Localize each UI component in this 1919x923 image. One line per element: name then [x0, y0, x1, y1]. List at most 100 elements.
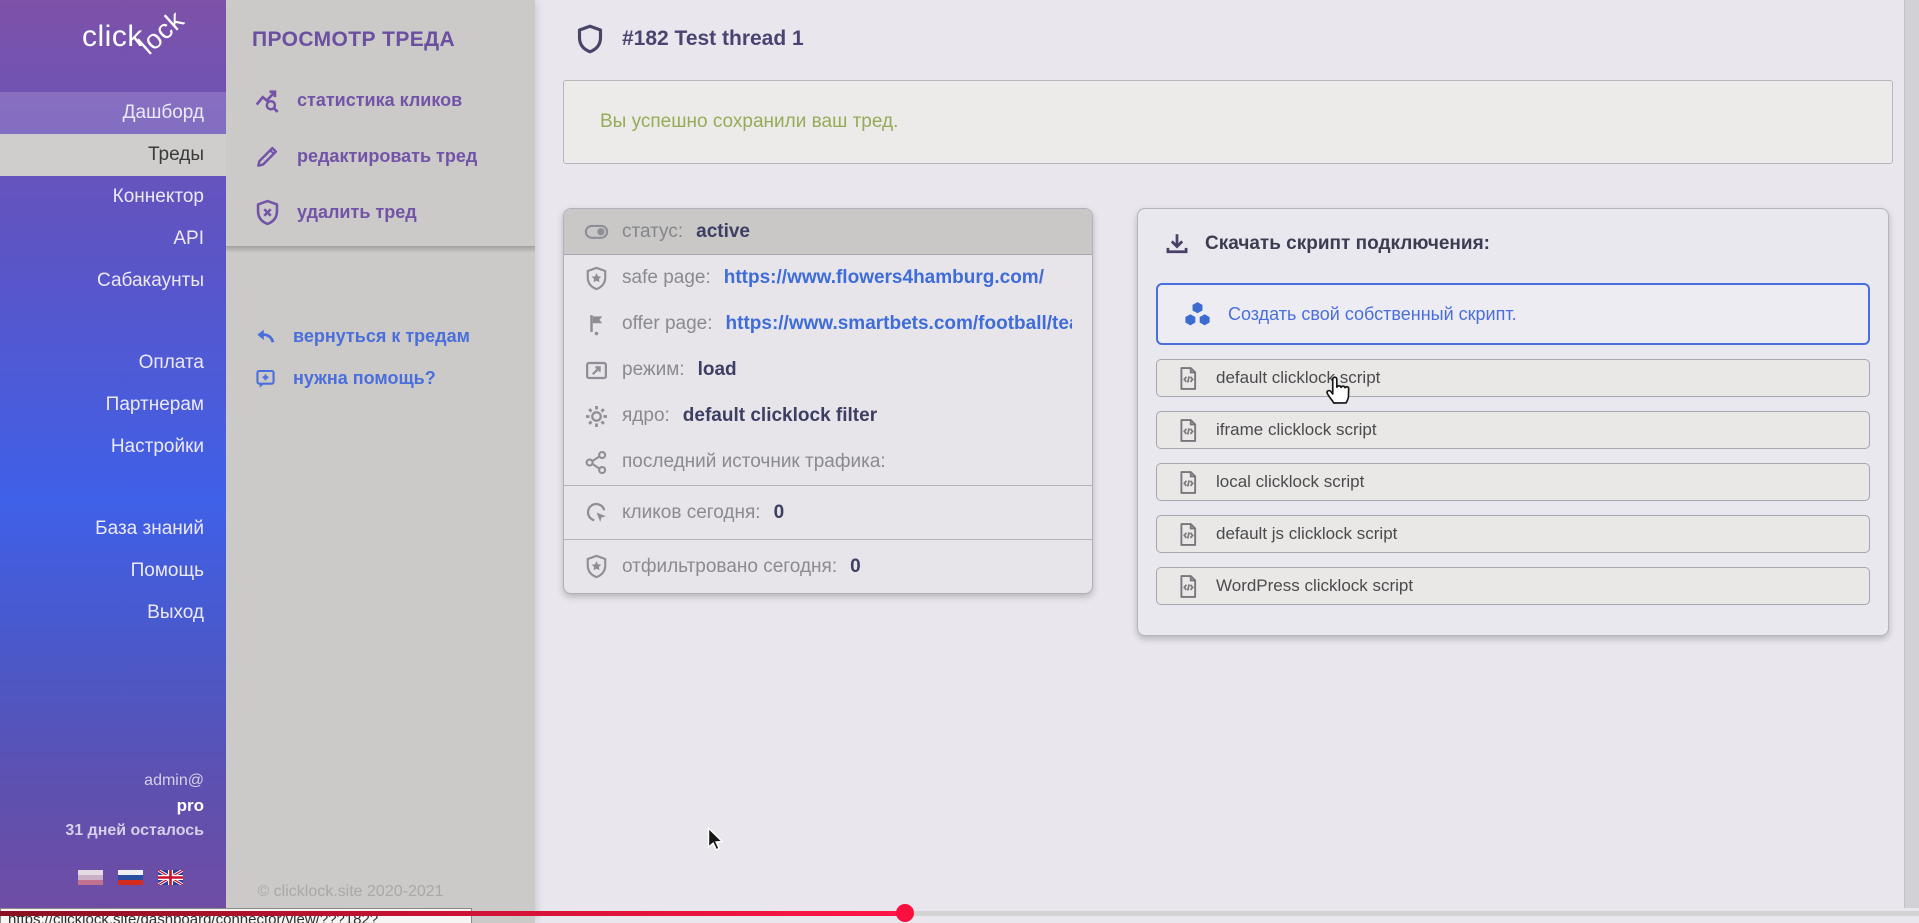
flag-ru-faded-icon[interactable]: [78, 870, 103, 885]
status-stat-value: 0: [850, 556, 861, 578]
shield-star-icon: [584, 266, 609, 291]
script-download-button[interactable]: default js clicklock script: [1156, 515, 1870, 553]
undo-icon: [254, 325, 277, 348]
account-info: admin@ pro 31 дней осталось: [65, 768, 204, 843]
page-title: #182 Test thread 1: [622, 27, 804, 51]
submenu-divider: [226, 246, 535, 253]
sidebar-nav-item[interactable]: Дашборд: [0, 92, 226, 134]
status-row: последний источник трафика:: [564, 439, 1092, 485]
status-row-value[interactable]: load: [698, 359, 737, 381]
share-icon: [584, 450, 609, 475]
submenu-link-item[interactable]: вернуться к тредам: [226, 315, 535, 357]
gear-icon: [584, 404, 609, 429]
script-download-label: WordPress clicklock script: [1216, 576, 1413, 596]
sidebar-nav-item-label: Сабакаунты: [97, 270, 204, 291]
sidebar-nav-item-label: Помощь: [131, 560, 204, 581]
sidebar-nav-item-label: База знаний: [95, 518, 204, 539]
sidebar-nav-item[interactable]: Сабакаунты: [0, 260, 226, 302]
sidebar-nav-item-label: Треды: [148, 144, 204, 165]
sidebar-nav-item[interactable]: Оплата: [0, 342, 226, 384]
sidebar-nav-item[interactable]: База знаний: [0, 508, 226, 550]
progress-knob[interactable]: [896, 904, 914, 922]
thread-submenu-panel: ПРОСМОТР ТРЕДА статистика кликов редакти…: [226, 0, 535, 923]
sidebar-nav-item[interactable]: Треды: [0, 134, 226, 176]
status-row-label: offer page:: [622, 313, 713, 335]
script-download-label: default clicklock script: [1216, 368, 1380, 388]
flag-ru-icon[interactable]: [118, 870, 143, 885]
status-stat-row: отфильтровано сегодня: 0: [564, 539, 1092, 593]
sidebar-nav-item-label: API: [173, 228, 204, 249]
submenu-action-item[interactable]: удалить тред: [226, 184, 535, 240]
shield-x-icon: [254, 199, 281, 226]
flag-icon: [584, 312, 609, 337]
status-row-value[interactable]: https://www.smartbets.com/football/tea…: [726, 313, 1072, 335]
scripts-panel-header: Скачать скрипт подключения:: [1156, 231, 1870, 257]
scripts-panel-title: Скачать скрипт подключения:: [1205, 233, 1490, 255]
status-row-label: ядро:: [622, 405, 670, 427]
account-plan: pro: [65, 793, 204, 818]
sidebar: click lock Дашборд Треды Коннектор API С…: [0, 0, 226, 908]
account-days-left: 31 дней осталось: [65, 818, 204, 843]
script-download-label: default js clicklock script: [1216, 524, 1397, 544]
pencil-icon: [254, 143, 281, 170]
comment-plus-icon: [254, 367, 277, 390]
submenu-actions: статистика кликов редактировать тред уда…: [226, 72, 535, 240]
create-custom-script-button[interactable]: Создать свой собственный скрипт.: [1156, 283, 1870, 345]
sidebar-nav-item[interactable]: Выход: [0, 592, 226, 634]
file-code-icon: [1177, 522, 1199, 547]
sidebar-nav-item-label: Оплата: [139, 352, 204, 373]
submenu-action-item[interactable]: редактировать тред: [226, 128, 535, 184]
flag-uk-icon[interactable]: [158, 870, 183, 885]
status-row: ядро: default clicklock filter: [564, 393, 1092, 439]
submenu-link-label: нужна помощь?: [293, 368, 436, 389]
mode-icon: [584, 358, 609, 383]
file-code-icon: [1177, 574, 1199, 599]
status-row-label: safe page:: [622, 267, 711, 289]
download-scripts-panel: Скачать скрипт подключения: Создать свой…: [1137, 208, 1889, 636]
video-progress-bar[interactable]: [0, 911, 1919, 916]
status-stat-label: кликов сегодня:: [622, 502, 761, 524]
status-row: safe page: https://www.flowers4hamburg.c…: [564, 255, 1092, 301]
submenu-action-label: редактировать тред: [297, 146, 477, 167]
status-row-value[interactable]: https://www.flowers4hamburg.com/: [724, 267, 1044, 289]
sidebar-nav-item[interactable]: Помощь: [0, 550, 226, 592]
language-flags: [78, 870, 183, 885]
submenu-action-label: удалить тред: [297, 202, 417, 223]
script-download-button[interactable]: default clicklock script: [1156, 359, 1870, 397]
sidebar-nav-item[interactable]: Партнерам: [0, 384, 226, 426]
sidebar-nav-item[interactable]: API: [0, 218, 226, 260]
submenu-action-label: статистика кликов: [297, 90, 462, 111]
click-icon: [584, 500, 609, 525]
sidebar-nav-item-label: Выход: [147, 602, 204, 623]
sidebar-nav-item[interactable]: Коннектор: [0, 176, 226, 218]
sidebar-nav-item[interactable]: Настройки: [0, 426, 226, 468]
thread-status-card: статус: active safe page: https://www.fl…: [563, 208, 1093, 594]
page-scrollbar[interactable]: [1904, 0, 1919, 908]
submenu-links: вернуться к тредам нужна помощь?: [226, 315, 535, 399]
status-row-value[interactable]: default clicklock filter: [683, 405, 877, 427]
progress-remaining: [905, 911, 1919, 916]
file-code-icon: [1177, 470, 1199, 495]
status-row-label: последний источник трафика:: [622, 451, 886, 473]
submenu-link-item[interactable]: нужна помощь?: [226, 357, 535, 399]
account-email: admin@: [65, 768, 204, 793]
script-download-button[interactable]: local clicklock script: [1156, 463, 1870, 501]
shield-star-icon: [584, 554, 609, 579]
sidebar-nav-item-label: Коннектор: [113, 186, 204, 207]
clicklock-logo[interactable]: click lock: [0, 0, 226, 74]
submenu-action-item[interactable]: статистика кликов: [226, 72, 535, 128]
submenu-link-label: вернуться к тредам: [293, 326, 470, 347]
script-download-label: iframe clicklock script: [1216, 420, 1377, 440]
script-buttons: default clicklock script iframe clickloc…: [1156, 359, 1870, 605]
script-download-button[interactable]: WordPress clicklock script: [1156, 567, 1870, 605]
status-row: offer page: https://www.smartbets.com/fo…: [564, 301, 1092, 347]
create-custom-script-label: Создать свой собственный скрипт.: [1228, 304, 1517, 325]
script-download-button[interactable]: iframe clicklock script: [1156, 411, 1870, 449]
file-code-icon: [1177, 366, 1199, 391]
download-icon: [1164, 231, 1190, 257]
status-row-label: режим:: [622, 359, 685, 381]
script-download-label: local clicklock script: [1216, 472, 1364, 492]
status-label: статус:: [622, 221, 683, 243]
status-stat-rows: кликов сегодня: 0 отфильтровано сегодня:…: [564, 485, 1092, 593]
file-code-icon: [1177, 418, 1199, 443]
